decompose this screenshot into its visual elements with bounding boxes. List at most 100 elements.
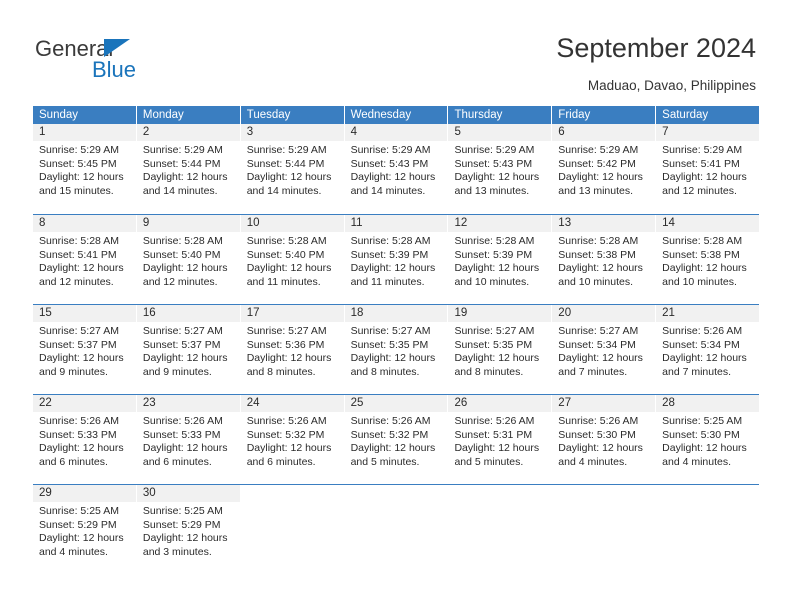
calendar-day-cell[interactable]: 5 Sunrise: 5:29 AM Sunset: 5:43 PM Daylight… [448,124,553,214]
day-number [552,485,655,502]
calendar-day-cell[interactable]: 24 Sunrise: 5:26 AM Sunset: 5:32 PM Dayligh… [240,395,345,484]
calendar-day-cell[interactable]: 11 Sunrise: 5:28 AM Sunset: 5:39 PM Dayligh… [344,215,449,304]
day-number: 3 [240,124,344,141]
sunset-text: Sunset: 5:44 PM [142,157,221,170]
calendar-grid: Sunday Monday Tuesday Wednesday Thursday… [33,106,760,574]
sunrise-text: Sunrise: 5:27 AM [246,325,327,337]
calendar-day-cell[interactable]: 2 Sunrise: 5:29 AM Sunset: 5:44 PM Daylight… [136,124,241,214]
day-number [241,485,344,502]
day-sun-info: Sunrise: 5:29 AM Sunset: 5:43 PM Daylight:… [345,141,448,198]
weekday-header-row: Sunday Monday Tuesday Wednesday Thursday… [33,106,760,124]
sunset-text: Sunset: 5:43 PM [454,157,533,170]
sunset-text: Sunset: 5:40 PM [142,248,221,261]
sunset-text: Sunset: 5:32 PM [246,428,325,441]
sunrise-text: Sunrise: 5:27 AM [454,325,535,337]
calendar-day-cell[interactable]: 26 Sunrise: 5:26 AM Sunset: 5:31 PM Dayligh… [448,395,553,484]
calendar-day-cell[interactable]: 18 Sunrise: 5:27 AM Sunset: 5:35 PM Dayligh… [344,305,449,394]
calendar-week-row: 8 Sunrise: 5:28 AM Sunset: 5:41 PM Daylight… [33,214,760,304]
day-number: 28 [656,395,760,412]
day-sun-info: Sunrise: 5:27 AM Sunset: 5:34 PM Daylight:… [552,322,655,379]
weekday-header-thursday: Thursday [448,106,553,124]
calendar-day-cell[interactable]: 29 Sunrise: 5:25 AM Sunset: 5:29 PM Dayligh… [33,485,137,574]
sunrise-text: Sunrise: 5:28 AM [246,235,327,247]
sunset-text: Sunset: 5:29 PM [142,518,221,531]
sunset-text: Sunset: 5:29 PM [39,518,117,531]
calendar-day-cell-empty [656,485,759,574]
day-number: 1 [33,124,136,141]
day-sun-info: Sunrise: 5:26 AM Sunset: 5:33 PM Daylight:… [33,412,136,469]
sunset-text: Sunset: 5:41 PM [662,157,740,170]
day-number: 27 [552,395,656,412]
calendar-day-cell[interactable]: 19 Sunrise: 5:27 AM Sunset: 5:35 PM Dayligh… [448,305,553,394]
calendar-day-cell[interactable]: 9 Sunrise: 5:28 AM Sunset: 5:40 PM Daylight… [136,215,241,304]
daylight-text-line2: and 11 minutes. [350,275,425,288]
page-title: September 2024 [556,33,756,63]
day-number: 7 [656,124,760,141]
calendar-day-cell[interactable]: 30 Sunrise: 5:25 AM Sunset: 5:29 PM Dayligh… [136,485,241,574]
calendar-day-cell[interactable]: 23 Sunrise: 5:26 AM Sunset: 5:33 PM Dayligh… [136,395,241,484]
calendar-day-cell[interactable]: 16 Sunrise: 5:27 AM Sunset: 5:37 PM Dayligh… [136,305,241,394]
day-number: 16 [136,305,240,322]
calendar-day-cell[interactable]: 20 Sunrise: 5:27 AM Sunset: 5:34 PM Dayligh… [552,305,657,394]
sunrise-text: Sunrise: 5:26 AM [39,415,119,427]
sunrise-text: Sunrise: 5:28 AM [662,235,743,247]
calendar-day-cell[interactable]: 4 Sunrise: 5:29 AM Sunset: 5:43 PM Daylight… [344,124,449,214]
day-sun-info: Sunrise: 5:28 AM Sunset: 5:39 PM Daylight:… [448,232,551,289]
daylight-text-line1: Daylight: 12 hours [662,352,747,365]
sunset-text: Sunset: 5:32 PM [350,428,429,441]
daylight-text-line2: and 9 minutes. [39,365,108,378]
daylight-text-line2: and 13 minutes. [454,184,530,197]
day-sun-info: Sunrise: 5:27 AM Sunset: 5:37 PM Daylight:… [33,322,136,379]
day-number: 11 [344,215,448,232]
calendar-day-cell[interactable]: 27 Sunrise: 5:26 AM Sunset: 5:30 PM Dayligh… [552,395,657,484]
weekday-header-tuesday: Tuesday [240,106,345,124]
calendar-day-cell[interactable]: 25 Sunrise: 5:26 AM Sunset: 5:32 PM Dayligh… [344,395,449,484]
calendar-day-cell[interactable]: 6 Sunrise: 5:29 AM Sunset: 5:42 PM Daylight… [552,124,657,214]
sunset-text: Sunset: 5:30 PM [662,428,740,441]
sunset-text: Sunset: 5:31 PM [454,428,533,441]
logo-triangle-icon [104,39,130,57]
weekday-header-wednesday: Wednesday [344,106,449,124]
daylight-text-line2: and 4 minutes. [558,455,628,468]
day-sun-info: Sunrise: 5:27 AM Sunset: 5:35 PM Daylight:… [345,322,448,379]
calendar-day-cell-empty [241,485,345,574]
sunrise-text: Sunrise: 5:26 AM [142,415,223,427]
calendar-day-cell[interactable]: 15 Sunrise: 5:27 AM Sunset: 5:37 PM Dayligh… [33,305,137,394]
daylight-text-line2: and 14 minutes. [142,184,218,197]
calendar-day-cell[interactable]: 10 Sunrise: 5:28 AM Sunset: 5:40 PM Dayligh… [240,215,345,304]
calendar-day-cell[interactable]: 13 Sunrise: 5:28 AM Sunset: 5:38 PM Dayligh… [552,215,657,304]
sunrise-text: Sunrise: 5:27 AM [558,325,639,337]
sunrise-text: Sunrise: 5:27 AM [142,325,223,337]
day-sun-info: Sunrise: 5:26 AM Sunset: 5:31 PM Daylight:… [448,412,551,469]
day-number [656,485,759,502]
calendar-day-cell[interactable]: 7 Sunrise: 5:29 AM Sunset: 5:41 PM Daylight… [656,124,760,214]
daylight-text-line2: and 12 minutes. [142,275,218,288]
sunrise-text: Sunrise: 5:29 AM [662,144,743,156]
calendar-day-cell[interactable]: 22 Sunrise: 5:26 AM Sunset: 5:33 PM Dayligh… [33,395,137,484]
calendar-day-cell[interactable]: 28 Sunrise: 5:25 AM Sunset: 5:30 PM Dayligh… [656,395,760,484]
sunset-text: Sunset: 5:34 PM [558,338,636,351]
day-number: 21 [656,305,760,322]
daylight-text-line2: and 5 minutes. [454,455,524,468]
calendar-page: General Blue September 2024 Maduao, Dava… [0,0,792,612]
calendar-day-cell[interactable]: 17 Sunrise: 5:27 AM Sunset: 5:36 PM Dayligh… [240,305,345,394]
daylight-text-line1: Daylight: 12 hours [350,442,436,455]
daylight-text-line2: and 10 minutes. [454,275,530,288]
daylight-text-line2: and 10 minutes. [662,275,737,288]
calendar-day-cell[interactable]: 21 Sunrise: 5:26 AM Sunset: 5:34 PM Dayligh… [656,305,760,394]
day-number: 13 [552,215,656,232]
calendar-day-cell[interactable]: 14 Sunrise: 5:28 AM Sunset: 5:38 PM Dayligh… [656,215,760,304]
daylight-text-line1: Daylight: 12 hours [39,532,124,545]
sunset-text: Sunset: 5:35 PM [350,338,429,351]
daylight-text-line2: and 7 minutes. [558,365,628,378]
calendar-day-cell[interactable]: 3 Sunrise: 5:29 AM Sunset: 5:44 PM Daylight… [240,124,345,214]
sunset-text: Sunset: 5:39 PM [454,248,533,261]
calendar-day-cell[interactable]: 12 Sunrise: 5:28 AM Sunset: 5:39 PM Dayligh… [448,215,553,304]
day-number: 2 [136,124,240,141]
calendar-day-cell[interactable]: 1 Sunrise: 5:29 AM Sunset: 5:45 PM Daylight… [33,124,137,214]
sunset-text: Sunset: 5:30 PM [558,428,636,441]
calendar-day-cell[interactable]: 8 Sunrise: 5:28 AM Sunset: 5:41 PM Daylight… [33,215,137,304]
day-number: 22 [33,395,136,412]
daylight-text-line2: and 4 minutes. [662,455,732,468]
daylight-text-line1: Daylight: 12 hours [662,262,747,275]
